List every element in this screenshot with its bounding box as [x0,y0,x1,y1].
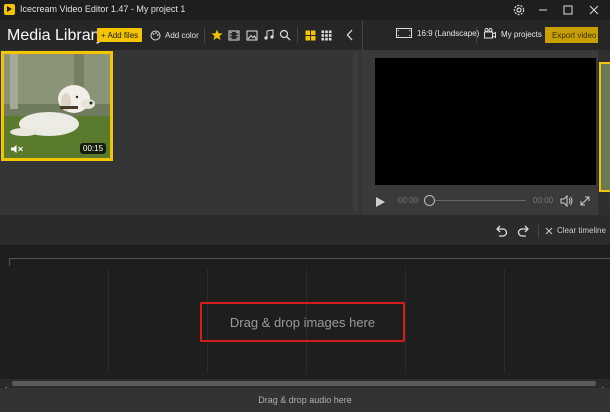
window-title: Icecream Video Editor 1.47 - My project … [20,4,186,14]
palette-icon [150,30,161,40]
app-logo-icon [4,4,15,15]
export-video-button[interactable]: Export video [545,27,598,43]
my-projects-label: My projects [501,29,542,39]
search-icon[interactable] [278,28,292,42]
clear-icon [545,227,553,234]
panel-divider [362,20,363,50]
small-grid-icon[interactable] [319,28,333,42]
clear-timeline-button[interactable]: Clear timeline [545,226,606,235]
chevron-left-icon[interactable] [343,28,357,42]
toolbar-divider [476,27,477,43]
current-time: 00:00 [398,196,419,205]
undo-icon[interactable] [494,224,508,238]
scroll-left-icon[interactable] [2,380,8,393]
media-duration: 00:15 [80,143,107,154]
scroll-right-icon[interactable] [601,380,607,393]
video-filter-icon[interactable] [227,28,241,42]
star-icon[interactable] [210,28,224,42]
muted-icon [10,144,24,154]
settings-icon[interactable] [511,2,527,18]
music-filter-icon[interactable] [262,28,276,42]
toolbar-divider [297,27,298,43]
ruler-tick [9,258,10,266]
camera-icon [484,28,496,39]
toolbar-divider [204,27,205,43]
volume-icon[interactable] [560,194,574,208]
grid-line [108,268,109,373]
fullscreen-icon[interactable] [579,194,591,206]
aspect-ratio-label: 16:9 (Landscape) [417,28,480,38]
audio-drop-zone[interactable]: Drag & drop audio here [0,388,610,412]
grid-line [405,268,406,373]
seek-track[interactable] [430,200,526,201]
video-preview [375,58,596,185]
my-projects-button[interactable]: My projects [484,28,542,40]
aspect-ratio-icon [396,28,412,38]
drop-audio-label: Drag & drop audio here [258,395,352,405]
export-video-label: Export video [552,30,597,40]
drop-images-zone[interactable]: Drag & drop images here [200,302,405,342]
redo-icon[interactable] [517,224,531,238]
add-color-button[interactable]: Add color [150,28,199,42]
clear-timeline-label: Clear timeline [557,226,606,235]
close-icon[interactable] [586,2,602,18]
timeline-scroll-thumb[interactable] [12,381,596,386]
media-scrollbar[interactable] [353,52,358,212]
secondary-window-edge [598,20,610,235]
play-icon[interactable] [374,195,386,207]
timeline-ruler [9,258,610,259]
toolbar-divider [538,224,539,238]
media-library-title: Media Library [7,27,104,44]
grid-line [504,268,505,373]
total-time: 00:00 [533,196,554,205]
maximize-icon[interactable] [560,2,576,18]
add-files-button[interactable]: + Add files [97,28,143,42]
add-color-label: Add color [165,30,199,40]
seek-handle[interactable] [424,195,435,206]
large-grid-icon[interactable] [303,28,317,42]
minimize-icon[interactable] [535,2,551,18]
aspect-ratio-selector[interactable]: 16:9 (Landscape) [396,28,479,38]
image-filter-icon[interactable] [245,28,259,42]
